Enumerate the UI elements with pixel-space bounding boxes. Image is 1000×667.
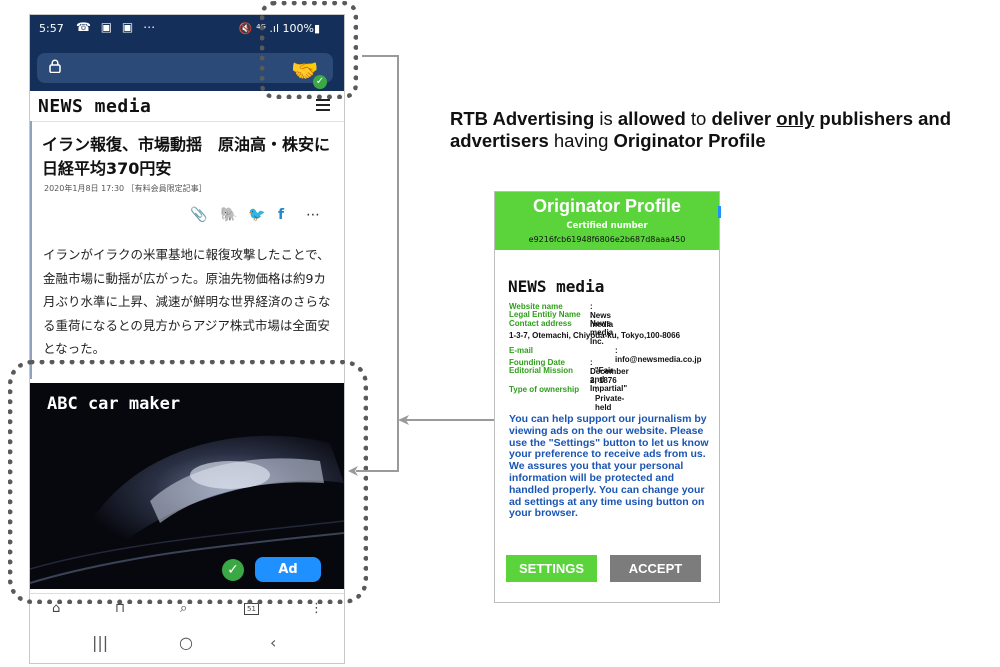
article-headline[interactable]: イラン報復、市場動揺 原油高・株安に 日経平均370円安 [42, 133, 344, 181]
op-certified-number: e9216fcb61948f6806e2b687d8aaa450 [528, 235, 686, 244]
connector-line-vertical [397, 55, 399, 472]
accept-button[interactable]: ACCEPT [610, 555, 701, 582]
op-row-email: E-mail : info@newsmedia.co.jp [509, 346, 701, 364]
op-row-ownership: Type of ownership : Private-held [509, 385, 624, 412]
arrow-left-icon-2 [398, 415, 409, 425]
op-row-mission: Editorial Mission : "Fair and Impartial" [509, 366, 627, 393]
op-key: E-mail [509, 346, 534, 355]
op-row-contact: Contact address : [509, 319, 596, 328]
op-key: Legal Entitiy Name [509, 310, 581, 319]
op-row-legal: Legal Entitiy Name : News media Inc. [509, 310, 613, 346]
connector-line-bottom [356, 470, 398, 472]
op-address: 1-3-7, Otemachi, Chiyoda-ku, Tokyo,100-8… [509, 331, 681, 340]
site-logo[interactable]: NEWS media [38, 96, 151, 117]
share-row: 📎 🐘 🐦 f ⋯ [190, 207, 340, 227]
op-certified-label: Certified number [566, 221, 648, 231]
menu-icon[interactable] [316, 99, 330, 111]
system-nav: ||| ○ ‹ [30, 627, 344, 663]
rtb-allowed: allowed [617, 108, 686, 129]
rtb-term: RTB Advertising [450, 108, 595, 129]
op-header: Originator Profile Certified number e921… [495, 192, 721, 250]
status-time: 5:57 [39, 22, 64, 35]
originator-profile-card: Originator Profile Certified number e921… [494, 191, 721, 603]
rtb-is: is [594, 108, 618, 129]
recent-apps-icon[interactable]: ||| [92, 633, 108, 652]
article-meta: 2020年1月8日 17:30 ［有料会員限定記事］ [44, 184, 207, 193]
op-value: : News media Inc. [590, 310, 614, 346]
rtb-op: Originator Profile [613, 130, 766, 151]
ad-highlight [8, 360, 368, 604]
lock-icon [49, 59, 61, 73]
connector-line-card [402, 419, 494, 421]
op-row-address: 1-3-7, Otemachi, Chiyoda-ku, Tokyo,100-8… [509, 331, 680, 340]
rtb-deliver: deliver [711, 108, 777, 129]
op-key: Type of ownership [509, 385, 580, 394]
op-logo: NEWS media [508, 277, 605, 296]
attachment-icon[interactable]: 📎 [190, 207, 207, 223]
home-circle-icon[interactable]: ○ [179, 633, 193, 652]
op-value: : [593, 319, 596, 328]
handshake-highlight [260, 1, 358, 99]
tabs-icon[interactable]: 51 [244, 603, 259, 615]
op-title: Originator Profile [532, 196, 682, 216]
rtb-having: having [548, 130, 614, 151]
connector-line-top [362, 55, 398, 57]
op-value: : Private-held [595, 385, 625, 412]
op-edge-marker [718, 206, 721, 218]
notification-icons: ☎ ▣ ▣ ⋯ [76, 20, 159, 34]
op-key: Editorial Mission [509, 366, 574, 375]
back-icon[interactable]: ‹ [270, 633, 276, 652]
settings-button[interactable]: SETTINGS [506, 555, 597, 582]
rtb-only: only [776, 108, 815, 129]
more-icon[interactable]: ⋯ [306, 207, 320, 223]
rtb-to: to [685, 108, 712, 129]
facebook-icon[interactable]: f [278, 207, 284, 223]
twitter-icon[interactable]: 🐦 [248, 207, 265, 223]
evernote-icon[interactable]: 🐘 [220, 207, 237, 223]
article-body: イランがイラクの米軍基地に報復攻撃したことで、金融市場に動揺が広がった。原油先物… [43, 247, 331, 356]
rtb-explanation: RTB Advertising is allowed to deliver on… [450, 108, 995, 152]
op-key: Contact address [509, 319, 572, 328]
arrow-left-icon [348, 466, 358, 476]
op-message: You can help support our journalism by v… [509, 413, 709, 520]
